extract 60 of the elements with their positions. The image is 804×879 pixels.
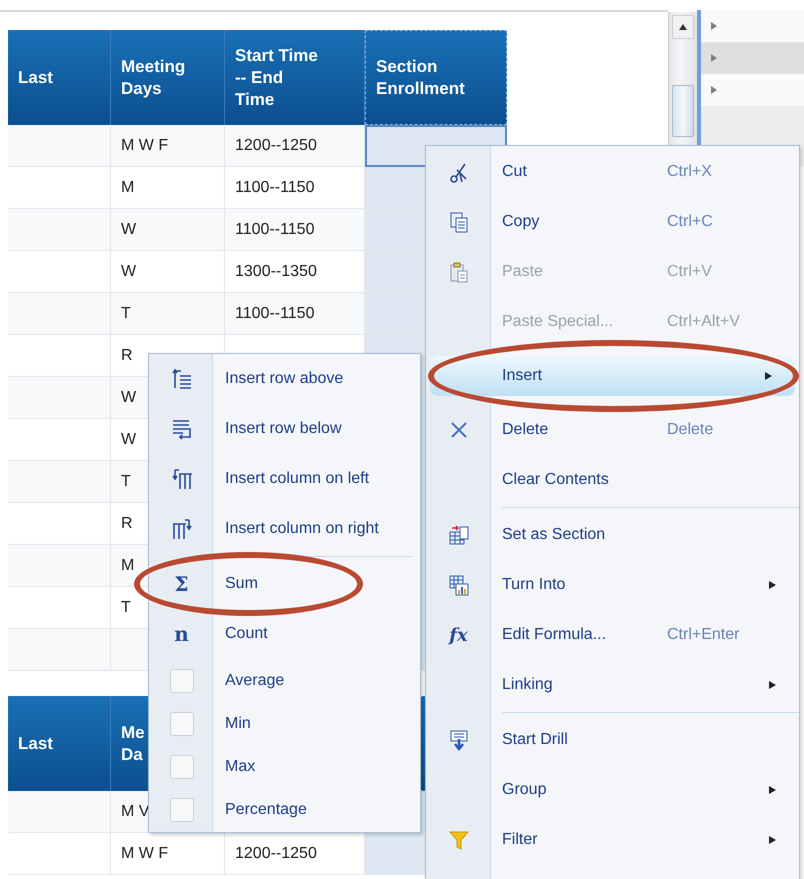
scissors-icon — [448, 161, 470, 183]
table-cell: 1100--1150 — [225, 293, 365, 335]
insert-row-above-icon — [170, 368, 192, 390]
table-cell: W — [111, 209, 225, 251]
table-section-icon — [448, 524, 470, 546]
menu-item[interactable]: Start Drill — [426, 722, 799, 758]
scroll-up-button[interactable] — [672, 15, 694, 39]
shortcut-label: Delete — [667, 421, 714, 438]
menu-item[interactable]: Filter — [426, 822, 799, 858]
shortcut-label: Ctrl+Enter — [667, 626, 740, 643]
up-arrow-icon — [678, 23, 688, 31]
table-cell: 1100--1150 — [225, 209, 365, 251]
insert-column-left-icon — [170, 468, 192, 490]
checkbox[interactable] — [170, 754, 194, 778]
checkbox[interactable] — [170, 712, 194, 736]
submenu-arrow-icon — [765, 372, 772, 380]
table-cell: T — [111, 293, 225, 335]
menu-item[interactable]: Linking — [426, 667, 799, 703]
table-cell: 1200--1250 — [225, 125, 365, 167]
menu-item[interactable]: Group — [426, 772, 799, 808]
table-cell: 1300--1350 — [225, 251, 365, 293]
table-cell: M W F — [111, 833, 225, 875]
shortcut-label: Ctrl+V — [667, 263, 712, 280]
checkbox[interactable] — [170, 798, 194, 822]
table-cell: W — [111, 251, 225, 293]
submenu-arrow-icon — [769, 786, 776, 794]
formula-icon: fx — [449, 624, 468, 646]
expand-arrow-icon[interactable] — [711, 22, 717, 30]
table-cell: 1100--1150 — [225, 167, 365, 209]
table-cell: 1200--1250 — [225, 833, 365, 875]
menu-item[interactable]: Average — [149, 665, 420, 696]
menu-item[interactable]: Insert — [430, 356, 795, 396]
checkbox[interactable] — [170, 668, 194, 692]
expand-arrow-icon[interactable] — [711, 54, 717, 62]
drill-down-icon — [448, 729, 470, 751]
menu-item[interactable]: Min — [149, 708, 420, 739]
expand-arrow-icon[interactable] — [711, 86, 717, 94]
submenu-arrow-icon — [769, 836, 776, 844]
table-cell: M W F — [111, 125, 225, 167]
menu-item[interactable]: Delete Delete — [426, 412, 799, 448]
menu-item[interactable]: Copy Ctrl+C — [426, 204, 799, 240]
insert-column-right-icon — [170, 518, 192, 540]
filter-icon — [448, 829, 470, 851]
submenu-arrow-icon — [769, 681, 776, 689]
menu-item[interactable]: Set as Section — [426, 517, 799, 553]
menu-item[interactable]: Clear Contents — [426, 462, 799, 498]
shortcut-label: Ctrl+Alt+V — [667, 313, 740, 330]
menu-item[interactable]: Max — [149, 751, 420, 782]
table-chart-icon — [448, 574, 470, 596]
scroll-thumb[interactable] — [672, 85, 694, 137]
submenu-arrow-icon — [769, 581, 776, 589]
menu-item[interactable]: Turn Into — [426, 567, 799, 603]
shortcut-label: Ctrl+X — [667, 163, 712, 180]
paste-icon — [448, 261, 470, 283]
insert-row-below-icon — [170, 418, 192, 440]
menu-item[interactable]: Cut Ctrl+X — [426, 154, 799, 190]
table-cell: M — [111, 167, 225, 209]
menu-item[interactable]: fx Edit Formula... Ctrl+Enter — [426, 617, 799, 653]
copy-icon — [448, 211, 470, 233]
shortcut-label: Ctrl+C — [667, 213, 713, 230]
